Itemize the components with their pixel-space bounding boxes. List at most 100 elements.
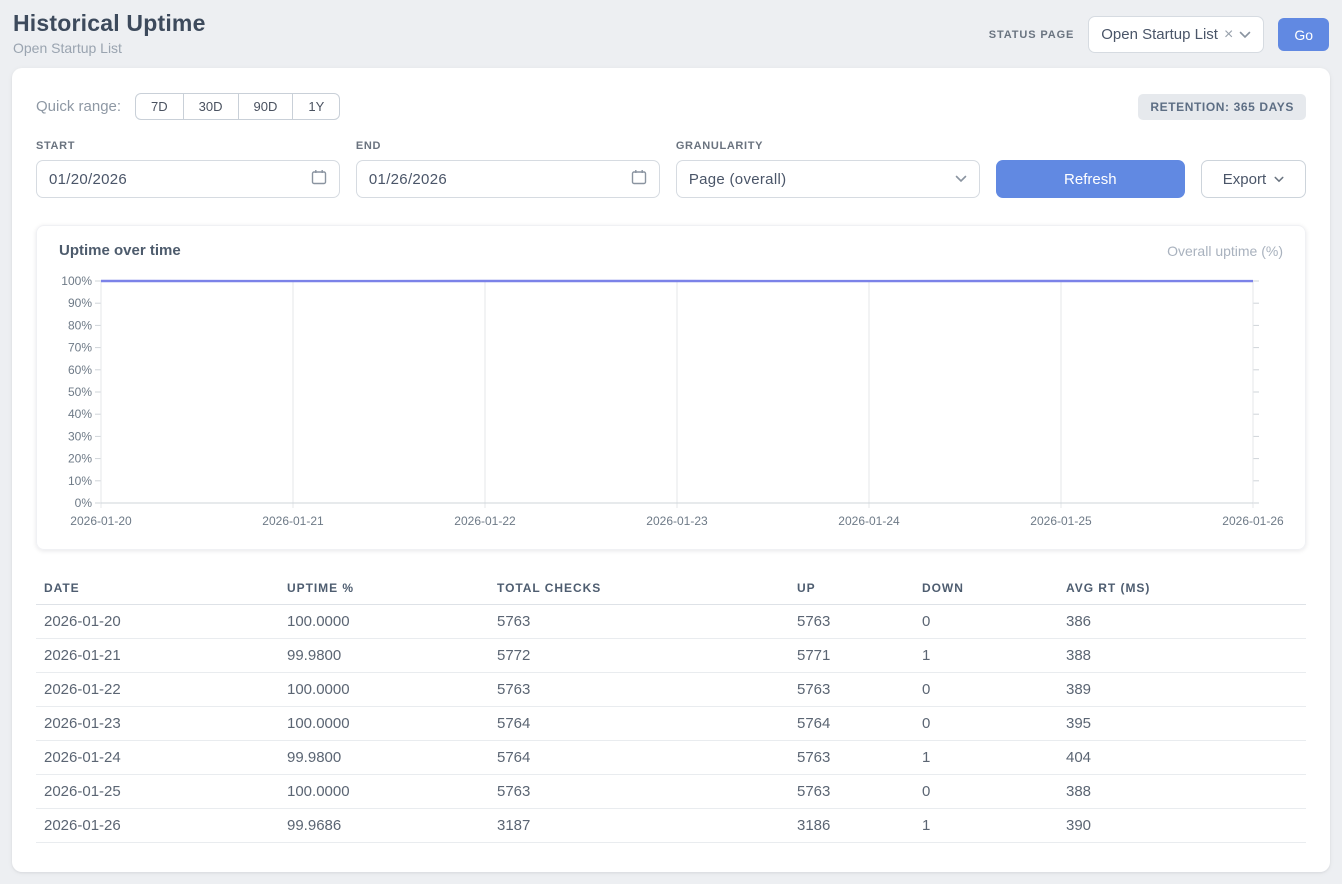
y-axis-label: 60% bbox=[68, 363, 92, 377]
table-cell: 5764 bbox=[789, 707, 914, 741]
uptime-line-chart: 0%10%20%30%40%50%60%70%80%90%100%2026-01… bbox=[57, 269, 1289, 539]
table-cell: 5771 bbox=[789, 639, 914, 673]
table-cell: 0 bbox=[914, 673, 1058, 707]
column-header-date: DATE bbox=[36, 572, 279, 605]
table-cell: 5763 bbox=[789, 741, 914, 775]
table-row: 2026-01-2499.9800576457631404 bbox=[36, 741, 1306, 775]
table-cell: 2026-01-22 bbox=[36, 673, 279, 707]
column-header-total-checks: TOTAL CHECKS bbox=[489, 572, 789, 605]
granularity-label: GRANULARITY bbox=[676, 140, 980, 152]
table-cell: 389 bbox=[1058, 673, 1306, 707]
export-button-label: Export bbox=[1223, 171, 1266, 188]
y-axis-label: 80% bbox=[68, 318, 92, 332]
table-cell: 5764 bbox=[489, 707, 789, 741]
header-actions: STATUS PAGE Open Startup List × Go bbox=[989, 16, 1329, 53]
chevron-down-icon bbox=[1274, 176, 1284, 183]
table-cell: 1 bbox=[914, 741, 1058, 775]
column-header-up: UP bbox=[789, 572, 914, 605]
y-axis-label: 40% bbox=[68, 407, 92, 421]
clear-selection-icon[interactable]: × bbox=[1224, 27, 1233, 43]
y-axis-label: 90% bbox=[68, 296, 92, 310]
table-cell: 5763 bbox=[789, 605, 914, 639]
chart-title: Uptime over time bbox=[59, 242, 181, 259]
table-row: 2026-01-2199.9800577257711388 bbox=[36, 639, 1306, 673]
table-cell: 388 bbox=[1058, 775, 1306, 809]
table-cell: 386 bbox=[1058, 605, 1306, 639]
chart-legend: Overall uptime (%) bbox=[1167, 243, 1283, 259]
table-row: 2026-01-23100.0000576457640395 bbox=[36, 707, 1306, 741]
quick-range-label: Quick range: bbox=[36, 98, 121, 115]
column-header-uptime-: UPTIME % bbox=[279, 572, 489, 605]
table-cell: 0 bbox=[914, 605, 1058, 639]
calendar-icon[interactable] bbox=[311, 169, 327, 189]
table-cell: 5764 bbox=[489, 741, 789, 775]
table-cell: 99.9686 bbox=[279, 809, 489, 843]
x-axis-label: 2026-01-25 bbox=[1030, 514, 1092, 528]
table-cell: 3186 bbox=[789, 809, 914, 843]
y-axis-label: 20% bbox=[68, 452, 92, 466]
end-date-value: 01/26/2026 bbox=[369, 171, 447, 188]
granularity-select[interactable]: Page (overall) bbox=[676, 160, 980, 198]
main-panel: Quick range: 7D 30D 90D 1Y RETENTION: 36… bbox=[12, 68, 1330, 872]
y-axis-label: 30% bbox=[68, 429, 92, 443]
refresh-button[interactable]: Refresh bbox=[996, 160, 1185, 198]
table-cell: 2026-01-23 bbox=[36, 707, 279, 741]
table-cell: 1 bbox=[914, 809, 1058, 843]
chevron-down-icon bbox=[1239, 31, 1251, 39]
table-cell: 2026-01-24 bbox=[36, 741, 279, 775]
x-axis-label: 2026-01-23 bbox=[646, 514, 708, 528]
table-cell: 1 bbox=[914, 639, 1058, 673]
x-axis-label: 2026-01-26 bbox=[1222, 514, 1284, 528]
x-axis-label: 2026-01-21 bbox=[262, 514, 324, 528]
status-page-select[interactable]: Open Startup List × bbox=[1088, 16, 1264, 53]
chevron-down-icon bbox=[955, 175, 967, 183]
export-button[interactable]: Export bbox=[1201, 160, 1306, 198]
quick-range-90d-button[interactable]: 90D bbox=[238, 93, 294, 120]
retention-badge: RETENTION: 365 DAYS bbox=[1138, 94, 1306, 120]
end-date-input[interactable]: 01/26/2026 bbox=[356, 160, 660, 198]
uptime-chart-card: Uptime over time Overall uptime (%) 0%10… bbox=[36, 225, 1306, 550]
x-axis-label: 2026-01-24 bbox=[838, 514, 900, 528]
table-cell: 395 bbox=[1058, 707, 1306, 741]
status-page-label: STATUS PAGE bbox=[989, 29, 1074, 41]
table-cell: 5763 bbox=[789, 775, 914, 809]
page-title: Historical Uptime bbox=[13, 10, 206, 37]
column-header-down: DOWN bbox=[914, 572, 1058, 605]
table-cell: 5763 bbox=[489, 673, 789, 707]
column-header-avg-rt-ms-: AVG RT (MS) bbox=[1058, 572, 1306, 605]
quick-range-row: Quick range: 7D 30D 90D 1Y RETENTION: 36… bbox=[36, 93, 1306, 120]
quick-range-group: 7D 30D 90D 1Y bbox=[135, 93, 340, 120]
go-button[interactable]: Go bbox=[1278, 18, 1329, 51]
uptime-table: DATEUPTIME %TOTAL CHECKSUPDOWNAVG RT (MS… bbox=[36, 572, 1306, 843]
table-cell: 100.0000 bbox=[279, 673, 489, 707]
table-cell: 99.9800 bbox=[279, 639, 489, 673]
table-cell: 5763 bbox=[789, 673, 914, 707]
y-axis-label: 50% bbox=[68, 385, 92, 399]
table-cell: 99.9800 bbox=[279, 741, 489, 775]
table-cell: 2026-01-21 bbox=[36, 639, 279, 673]
status-page-selected-value: Open Startup List bbox=[1101, 26, 1218, 43]
start-date-input[interactable]: 01/20/2026 bbox=[36, 160, 340, 198]
table-row: 2026-01-25100.0000576357630388 bbox=[36, 775, 1306, 809]
y-axis-label: 0% bbox=[75, 496, 93, 510]
x-axis-label: 2026-01-22 bbox=[454, 514, 516, 528]
header-titles: Historical Uptime Open Startup List bbox=[13, 10, 206, 56]
table-cell: 2026-01-26 bbox=[36, 809, 279, 843]
table-header: DATEUPTIME %TOTAL CHECKSUPDOWNAVG RT (MS… bbox=[36, 572, 1306, 605]
start-date-field: START 01/20/2026 bbox=[36, 140, 340, 198]
quick-range-7d-button[interactable]: 7D bbox=[135, 93, 184, 120]
table-cell: 5763 bbox=[489, 775, 789, 809]
calendar-icon[interactable] bbox=[631, 169, 647, 189]
table-cell: 388 bbox=[1058, 639, 1306, 673]
quick-range-1y-button[interactable]: 1Y bbox=[292, 93, 340, 120]
table-cell: 390 bbox=[1058, 809, 1306, 843]
chart-header: Uptime over time Overall uptime (%) bbox=[59, 242, 1283, 259]
y-axis-label: 70% bbox=[68, 341, 92, 355]
table-cell: 0 bbox=[914, 775, 1058, 809]
quick-range-30d-button[interactable]: 30D bbox=[183, 93, 239, 120]
table-cell: 100.0000 bbox=[279, 605, 489, 639]
table-cell: 2026-01-20 bbox=[36, 605, 279, 639]
start-label: START bbox=[36, 140, 340, 152]
table-cell: 100.0000 bbox=[279, 775, 489, 809]
end-label: END bbox=[356, 140, 660, 152]
